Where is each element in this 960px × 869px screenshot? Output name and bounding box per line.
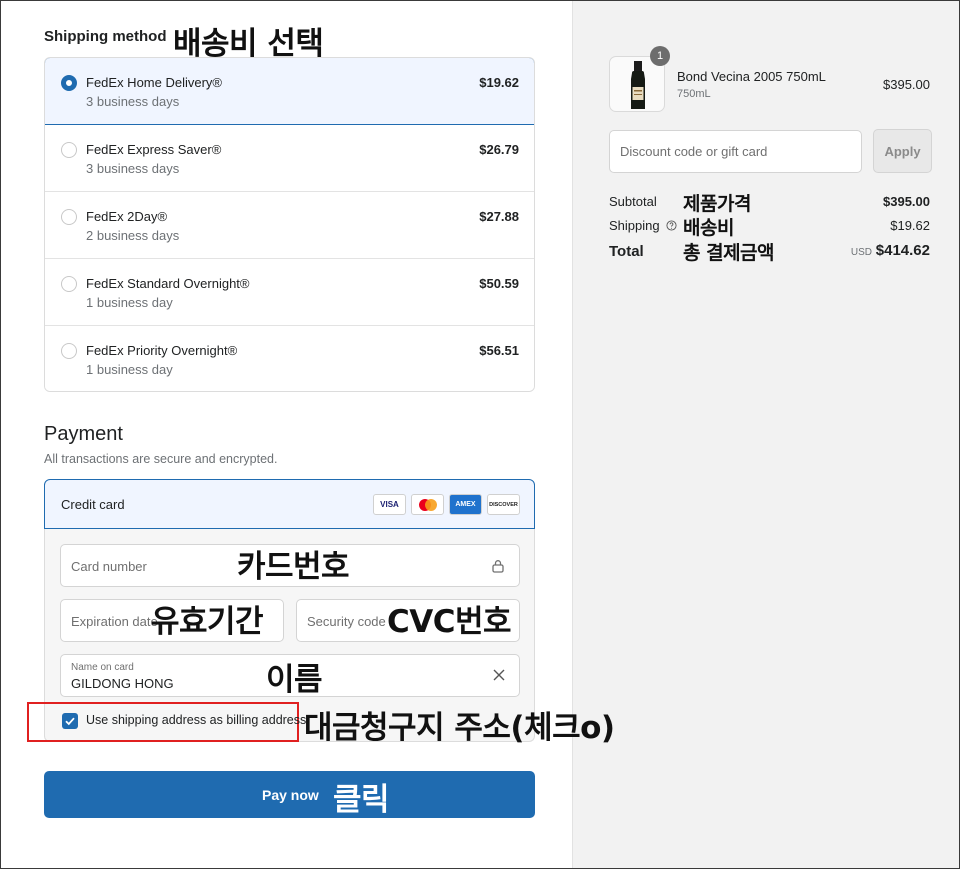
product-price: $395.00 (883, 77, 930, 92)
shipping-option-express-saver[interactable]: FedEx Express Saver® 3 business days $26… (45, 125, 534, 192)
pay-now-label: Pay now (262, 787, 319, 803)
shipping-option-days: 2 business days (86, 228, 180, 243)
billing-checkbox-label[interactable]: Use shipping address as billing address (86, 713, 306, 727)
card-brand-logos: VISA AMEX DISCOVER (373, 494, 520, 515)
shipping-summary-value: $19.62 (890, 218, 930, 233)
payment-subtitle: All transactions are secure and encrypte… (44, 452, 278, 466)
shipping-option-2day[interactable]: FedEx 2Day® 2 business days $27.88 (45, 192, 534, 259)
shipping-method-title: Shipping method (44, 28, 167, 45)
radio-icon[interactable] (61, 209, 77, 225)
apply-discount-button[interactable]: Apply (873, 129, 932, 173)
total-label: Total (609, 243, 644, 260)
shipping-option-days: 3 business days (86, 161, 180, 176)
annotation-shipping: 배송비 선택 (173, 26, 324, 62)
payment-title: Payment (44, 423, 123, 445)
lock-icon (492, 560, 504, 573)
annotation-shipping-fee: 배송비 (683, 217, 734, 239)
visa-icon: VISA (373, 494, 406, 515)
product-variant: 750mL (677, 88, 711, 100)
annotation-expiration: 유효기간 (151, 604, 264, 640)
shipping-option-price: $27.88 (479, 209, 519, 224)
checkmark-icon (65, 717, 75, 726)
shipping-options-list: FedEx Home Delivery® 3 business days $19… (44, 57, 535, 392)
shipping-option-price: $56.51 (479, 343, 519, 358)
shipping-option-price: $26.79 (479, 142, 519, 157)
shipping-option-name: FedEx Standard Overnight® (86, 276, 250, 291)
product-name: Bond Vecina 2005 750mL (677, 69, 826, 84)
card-number-placeholder: Card number (71, 559, 147, 574)
clear-icon[interactable] (493, 669, 505, 681)
shipping-option-days: 1 business day (86, 295, 173, 310)
shipping-option-name: FedEx Home Delivery® (86, 75, 223, 90)
credit-card-option[interactable]: Credit card VISA AMEX DISCOVER (44, 479, 535, 529)
shipping-option-price: $19.62 (479, 75, 519, 90)
annotation-total: 총 결제금액 (683, 242, 775, 264)
help-icon[interactable] (666, 220, 677, 231)
annotation-subtotal: 제품가격 (683, 193, 751, 215)
shipping-option-standard-overnight[interactable]: FedEx Standard Overnight® 1 business day… (45, 259, 534, 326)
radio-icon[interactable] (61, 142, 77, 158)
billing-address-highlight: Use shipping address as billing address (27, 702, 306, 742)
expiration-date-placeholder: Expiration date (71, 614, 158, 629)
security-code-placeholder: Security code (307, 614, 386, 629)
shipping-option-name: FedEx Priority Overnight® (86, 343, 238, 358)
radio-icon[interactable] (61, 343, 77, 359)
annotation-billing: 대금청구지 주소(체크o) (304, 710, 615, 746)
quantity-badge: 1 (650, 46, 670, 66)
annotation-cvc: CVC번호 (387, 604, 512, 640)
discount-code-input[interactable] (609, 130, 862, 173)
shipping-option-days: 3 business days (86, 94, 180, 109)
radio-selected-icon[interactable] (61, 75, 77, 91)
shipping-option-price: $50.59 (479, 276, 519, 291)
radio-icon[interactable] (61, 276, 77, 292)
name-on-card-value: GILDONG HONG (71, 676, 174, 691)
shipping-summary-text: Shipping (609, 218, 660, 233)
total-value: $414.62 (875, 242, 930, 259)
billing-checkbox[interactable] (62, 713, 78, 729)
mastercard-icon (411, 494, 444, 515)
shipping-summary-label: Shipping (609, 218, 677, 233)
total-currency: USD (850, 247, 872, 258)
checkout-main-panel: Shipping method 배송비 선택 FedEx Home Delive… (0, 0, 615, 869)
shipping-option-home-delivery[interactable]: FedEx Home Delivery® 3 business days $19… (45, 58, 534, 125)
name-on-card-label: Name on card (71, 662, 134, 673)
shipping-option-days: 1 business day (86, 362, 173, 377)
shipping-option-name: FedEx 2Day® (86, 209, 168, 224)
annotation-pay: 클릭 (333, 782, 390, 818)
subtotal-label: Subtotal (609, 194, 657, 209)
annotation-card-number: 카드번호 (237, 549, 350, 585)
amex-icon: AMEX (449, 494, 482, 515)
credit-card-label: Credit card (61, 497, 125, 512)
order-summary-panel: 1 Bond Vecina 2005 750mL 750mL $395.00 A… (572, 0, 960, 869)
discover-icon: DISCOVER (487, 494, 520, 515)
pay-now-button[interactable]: Pay now (44, 771, 535, 818)
subtotal-value: $395.00 (883, 194, 930, 209)
shipping-option-priority-overnight[interactable]: FedEx Priority Overnight® 1 business day… (45, 326, 534, 391)
shipping-option-name: FedEx Express Saver® (86, 142, 222, 157)
annotation-name: 이름 (266, 662, 323, 698)
